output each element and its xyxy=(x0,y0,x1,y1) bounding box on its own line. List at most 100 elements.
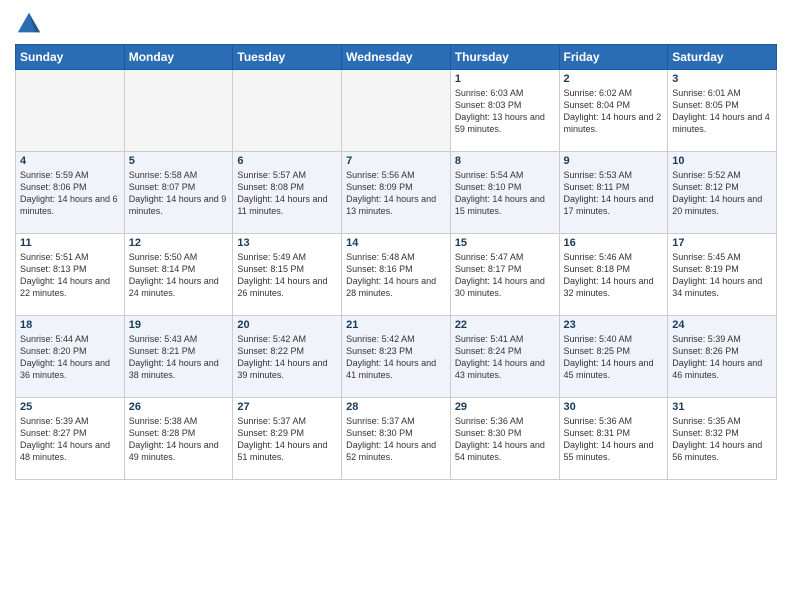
day-number: 1 xyxy=(455,73,555,85)
day-info: Sunrise: 5:40 AMSunset: 8:25 PMDaylight:… xyxy=(564,333,664,382)
calendar-week-1: 1 Sunrise: 6:03 AMSunset: 8:03 PMDaylight… xyxy=(16,70,777,152)
calendar-cell: 20 Sunrise: 5:42 AMSunset: 8:22 PMDayligh… xyxy=(233,316,342,398)
day-info: Sunrise: 5:36 AMSunset: 8:31 PMDaylight:… xyxy=(564,415,664,464)
day-info: Sunrise: 5:58 AMSunset: 8:07 PMDaylight:… xyxy=(129,169,229,218)
day-number: 28 xyxy=(346,401,446,413)
day-number: 30 xyxy=(564,401,664,413)
calendar-header-monday: Monday xyxy=(124,45,233,70)
day-number: 23 xyxy=(564,319,664,331)
day-info: Sunrise: 5:36 AMSunset: 8:30 PMDaylight:… xyxy=(455,415,555,464)
day-number: 5 xyxy=(129,155,229,167)
calendar-cell: 26 Sunrise: 5:38 AMSunset: 8:28 PMDayligh… xyxy=(124,398,233,480)
calendar-cell: 28 Sunrise: 5:37 AMSunset: 8:30 PMDayligh… xyxy=(342,398,451,480)
page-container: SundayMondayTuesdayWednesdayThursdayFrid… xyxy=(0,0,792,490)
calendar-week-4: 18Sunrise: 5:44 AMSunset: 8:20 PMDayligh… xyxy=(16,316,777,398)
calendar-cell: 9Sunrise: 5:53 AMSunset: 8:11 PMDaylight… xyxy=(559,152,668,234)
day-number: 31 xyxy=(672,401,772,413)
day-info: Sunrise: 5:43 AMSunset: 8:21 PMDaylight:… xyxy=(129,333,229,382)
calendar-cell: 5 Sunrise: 5:58 AMSunset: 8:07 PMDaylight… xyxy=(124,152,233,234)
day-number: 3 xyxy=(672,73,772,85)
calendar-cell: 13 Sunrise: 5:49 AMSunset: 8:15 PMDayligh… xyxy=(233,234,342,316)
calendar-cell: 8 Sunrise: 5:54 AMSunset: 8:10 PMDaylight… xyxy=(450,152,559,234)
day-info: Sunrise: 5:48 AMSunset: 8:16 PMDaylight:… xyxy=(346,251,446,300)
calendar-cell: 21 Sunrise: 5:42 AMSunset: 8:23 PMDayligh… xyxy=(342,316,451,398)
calendar-cell: 12 Sunrise: 5:50 AMSunset: 8:14 PMDayligh… xyxy=(124,234,233,316)
calendar-cell: 11Sunrise: 5:51 AMSunset: 8:13 PMDayligh… xyxy=(16,234,125,316)
day-info: Sunrise: 5:53 AMSunset: 8:11 PMDaylight:… xyxy=(564,169,664,218)
calendar-cell: 7 Sunrise: 5:56 AMSunset: 8:09 PMDaylight… xyxy=(342,152,451,234)
day-number: 22 xyxy=(455,319,555,331)
day-info: Sunrise: 5:42 AMSunset: 8:22 PMDaylight:… xyxy=(237,333,337,382)
calendar-cell: 27Sunrise: 5:37 AMSunset: 8:29 PMDayligh… xyxy=(233,398,342,480)
day-info: Sunrise: 5:49 AMSunset: 8:15 PMDaylight:… xyxy=(237,251,337,300)
day-number: 25 xyxy=(20,401,120,413)
day-info: Sunrise: 5:47 AMSunset: 8:17 PMDaylight:… xyxy=(455,251,555,300)
day-number: 20 xyxy=(237,319,337,331)
day-info: Sunrise: 6:01 AMSunset: 8:05 PMDaylight:… xyxy=(672,87,772,136)
day-info: Sunrise: 5:45 AMSunset: 8:19 PMDaylight:… xyxy=(672,251,772,300)
calendar-cell: 3 Sunrise: 6:01 AMSunset: 8:05 PMDaylight… xyxy=(668,70,777,152)
calendar-table: SundayMondayTuesdayWednesdayThursdayFrid… xyxy=(15,44,777,480)
day-number: 2 xyxy=(564,73,664,85)
calendar-header-saturday: Saturday xyxy=(668,45,777,70)
day-info: Sunrise: 5:35 AMSunset: 8:32 PMDaylight:… xyxy=(672,415,772,464)
day-number: 21 xyxy=(346,319,446,331)
day-number: 13 xyxy=(237,237,337,249)
day-number: 26 xyxy=(129,401,229,413)
calendar-cell: 16 Sunrise: 5:46 AMSunset: 8:18 PMDayligh… xyxy=(559,234,668,316)
day-info: Sunrise: 5:57 AMSunset: 8:08 PMDaylight:… xyxy=(237,169,337,218)
day-info: Sunrise: 6:02 AMSunset: 8:04 PMDaylight:… xyxy=(564,87,664,136)
day-number: 6 xyxy=(237,155,337,167)
header xyxy=(15,10,777,38)
day-info: Sunrise: 5:54 AMSunset: 8:10 PMDaylight:… xyxy=(455,169,555,218)
calendar-cell xyxy=(342,70,451,152)
day-number: 15 xyxy=(455,237,555,249)
calendar-cell: 25Sunrise: 5:39 AMSunset: 8:27 PMDayligh… xyxy=(16,398,125,480)
calendar-cell: 10 Sunrise: 5:52 AMSunset: 8:12 PMDayligh… xyxy=(668,152,777,234)
calendar-cell: 6 Sunrise: 5:57 AMSunset: 8:08 PMDaylight… xyxy=(233,152,342,234)
day-info: Sunrise: 5:38 AMSunset: 8:28 PMDaylight:… xyxy=(129,415,229,464)
day-info: Sunrise: 5:41 AMSunset: 8:24 PMDaylight:… xyxy=(455,333,555,382)
day-info: Sunrise: 5:42 AMSunset: 8:23 PMDaylight:… xyxy=(346,333,446,382)
calendar-cell xyxy=(16,70,125,152)
day-info: Sunrise: 5:56 AMSunset: 8:09 PMDaylight:… xyxy=(346,169,446,218)
calendar-cell xyxy=(124,70,233,152)
calendar-header-thursday: Thursday xyxy=(450,45,559,70)
calendar-header-row: SundayMondayTuesdayWednesdayThursdayFrid… xyxy=(16,45,777,70)
day-number: 11 xyxy=(20,237,120,249)
day-number: 4 xyxy=(20,155,120,167)
day-number: 10 xyxy=(672,155,772,167)
calendar-cell: 23 Sunrise: 5:40 AMSunset: 8:25 PMDayligh… xyxy=(559,316,668,398)
calendar-cell: 14 Sunrise: 5:48 AMSunset: 8:16 PMDayligh… xyxy=(342,234,451,316)
calendar-cell: 30 Sunrise: 5:36 AMSunset: 8:31 PMDayligh… xyxy=(559,398,668,480)
calendar-cell: 15 Sunrise: 5:47 AMSunset: 8:17 PMDayligh… xyxy=(450,234,559,316)
day-number: 14 xyxy=(346,237,446,249)
day-number: 16 xyxy=(564,237,664,249)
day-number: 19 xyxy=(129,319,229,331)
day-info: Sunrise: 6:03 AMSunset: 8:03 PMDaylight:… xyxy=(455,87,555,136)
day-info: Sunrise: 5:39 AMSunset: 8:26 PMDaylight:… xyxy=(672,333,772,382)
day-number: 12 xyxy=(129,237,229,249)
day-info: Sunrise: 5:59 AMSunset: 8:06 PMDaylight:… xyxy=(20,169,120,218)
calendar-header-tuesday: Tuesday xyxy=(233,45,342,70)
calendar-header-wednesday: Wednesday xyxy=(342,45,451,70)
day-number: 18 xyxy=(20,319,120,331)
calendar-header-sunday: Sunday xyxy=(16,45,125,70)
day-info: Sunrise: 5:37 AMSunset: 8:29 PMDaylight:… xyxy=(237,415,337,464)
day-number: 24 xyxy=(672,319,772,331)
calendar-cell: 29Sunrise: 5:36 AMSunset: 8:30 PMDayligh… xyxy=(450,398,559,480)
day-info: Sunrise: 5:50 AMSunset: 8:14 PMDaylight:… xyxy=(129,251,229,300)
day-number: 7 xyxy=(346,155,446,167)
day-info: Sunrise: 5:46 AMSunset: 8:18 PMDaylight:… xyxy=(564,251,664,300)
calendar-week-2: 4 Sunrise: 5:59 AMSunset: 8:06 PMDaylight… xyxy=(16,152,777,234)
calendar-week-3: 11Sunrise: 5:51 AMSunset: 8:13 PMDayligh… xyxy=(16,234,777,316)
calendar-cell: 2 Sunrise: 6:02 AMSunset: 8:04 PMDaylight… xyxy=(559,70,668,152)
calendar-cell: 18Sunrise: 5:44 AMSunset: 8:20 PMDayligh… xyxy=(16,316,125,398)
day-number: 8 xyxy=(455,155,555,167)
day-info: Sunrise: 5:52 AMSunset: 8:12 PMDaylight:… xyxy=(672,169,772,218)
calendar-cell xyxy=(233,70,342,152)
calendar-cell: 1 Sunrise: 6:03 AMSunset: 8:03 PMDaylight… xyxy=(450,70,559,152)
calendar-header-friday: Friday xyxy=(559,45,668,70)
calendar-cell: 4 Sunrise: 5:59 AMSunset: 8:06 PMDaylight… xyxy=(16,152,125,234)
day-info: Sunrise: 5:37 AMSunset: 8:30 PMDaylight:… xyxy=(346,415,446,464)
